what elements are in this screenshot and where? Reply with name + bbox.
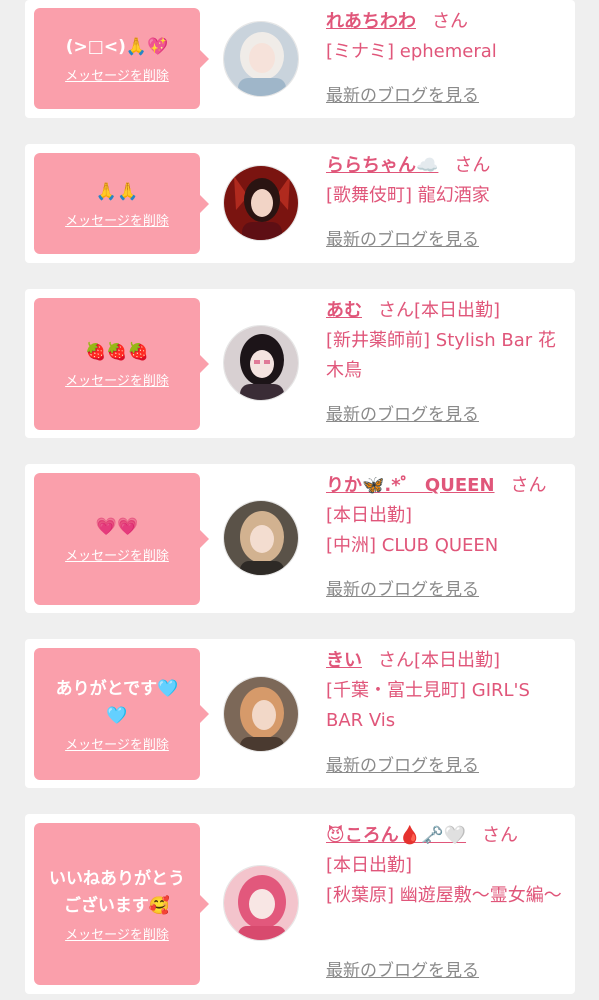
cast-info: きい さん[本日出勤] [千葉・富士見町] GIRL'S BAR Vis — [326, 646, 565, 736]
cast-info: ららちゃん☁️ さん [歌舞伎町] 龍幻酒家 — [326, 151, 565, 211]
shop-name: [秋葉原] 幽遊屋敷〜霊女編〜 — [326, 885, 562, 906]
name-line: りか🦋.*゜ QUEEN さん — [326, 471, 565, 501]
message-line: ございます🥰 — [63, 895, 171, 916]
delete-message-link[interactable]: メッセージを削除 — [65, 734, 169, 753]
message-text: 🙏🙏 — [44, 179, 190, 206]
message-bubble: いいねありがとう ございます🥰 メッセージを削除 — [34, 823, 209, 985]
message-text: 💗💗 — [44, 514, 190, 541]
cast-name-link[interactable]: れあちわわ — [326, 11, 416, 32]
name-line: あむ さん[本日出勤] — [326, 296, 565, 326]
message-card: (>□<)🙏💖 メッセージを削除 れあちわわ さん [ミナミ] ephemeral… — [25, 0, 575, 118]
message-card: ありがとです🩵 🩵 メッセージを削除 きい さん[本日出勤] [千葉・富士見町] … — [25, 639, 575, 788]
message-bubble: 🍓🍓🍓 メッセージを削除 — [34, 298, 209, 430]
latest-blog-link[interactable]: 最新のブログを見る — [326, 404, 479, 426]
latest-blog-link[interactable]: 最新のブログを見る — [326, 229, 479, 251]
message-text: いいねありがとう ございます🥰 — [44, 866, 190, 920]
avatar[interactable] — [223, 325, 299, 401]
status-badge: [本日出勤] — [326, 855, 413, 876]
cast-name-link[interactable]: りか🦋.*゜ QUEEN — [326, 475, 495, 496]
shop-name: [歌舞伎町] 龍幻酒家 — [326, 185, 490, 206]
cast-info: りか🦋.*゜ QUEEN さん [本日出勤] [中洲] CLUB QUEEN — [326, 471, 565, 561]
status-badge: [本日出勤] — [326, 505, 413, 526]
message-card: 🙏🙏 メッセージを削除 ららちゃん☁️ さん [歌舞伎町] 龍幻酒家 最新のブログ… — [25, 144, 575, 263]
latest-blog-link[interactable]: 最新のブログを見る — [326, 755, 479, 777]
shop-name: [ミナミ] ephemeral — [326, 41, 497, 62]
message-card: いいねありがとう ございます🥰 メッセージを削除 😈ころん🩸🗝️🤍 さん [本日出… — [25, 814, 575, 994]
avatar[interactable] — [223, 165, 299, 241]
cast-name-link[interactable]: きい — [326, 650, 362, 671]
delete-message-link[interactable]: メッセージを削除 — [65, 210, 169, 229]
message-line: (>□<)🙏💖 — [65, 36, 169, 57]
message-text: ありがとです🩵 🩵 — [44, 676, 190, 730]
avatar-image — [224, 326, 298, 400]
message-line: いいねありがとう — [49, 868, 185, 889]
avatar-image — [224, 22, 298, 96]
delete-message-link[interactable]: メッセージを削除 — [65, 924, 169, 943]
status-badge: [本日出勤] — [414, 650, 501, 671]
latest-blog-link[interactable]: 最新のブログを見る — [326, 579, 479, 601]
avatar[interactable] — [223, 500, 299, 576]
message-text: 🍓🍓🍓 — [44, 339, 190, 366]
message-card: 🍓🍓🍓 メッセージを削除 あむ さん[本日出勤] [新井薬師前] Stylish … — [25, 289, 575, 438]
avatar-image — [224, 677, 298, 751]
honorific: さん — [454, 155, 491, 176]
avatar-image — [224, 166, 298, 240]
avatar[interactable] — [223, 865, 299, 941]
message-text: (>□<)🙏💖 — [44, 34, 190, 61]
cast-info: 😈ころん🩸🗝️🤍 さん [本日出勤] [秋葉原] 幽遊屋敷〜霊女編〜 — [326, 821, 565, 911]
message-bubble: (>□<)🙏💖 メッセージを削除 — [34, 8, 209, 109]
shop-name: [千葉・富士見町] GIRL'S BAR Vis — [326, 680, 530, 731]
latest-blog-link[interactable]: 最新のブログを見る — [326, 960, 479, 982]
avatar-image — [224, 866, 298, 940]
message-line: 💗💗 — [95, 517, 139, 537]
message-line: 🩵 — [106, 705, 128, 726]
message-bubble: ありがとです🩵 🩵 メッセージを削除 — [34, 648, 209, 780]
honorific: さん — [378, 300, 414, 321]
shop-name: [中洲] CLUB QUEEN — [326, 535, 499, 556]
message-bubble: 🙏🙏 メッセージを削除 — [34, 153, 209, 254]
name-line: 😈ころん🩸🗝️🤍 さん — [326, 821, 565, 851]
cast-name-link[interactable]: 😈ころん🩸🗝️🤍 — [326, 825, 466, 846]
honorific: さん — [482, 825, 519, 846]
latest-blog-link[interactable]: 最新のブログを見る — [326, 85, 479, 107]
message-line: 🍓🍓🍓 — [85, 342, 149, 362]
shop-name: [新井薬師前] Stylish Bar 花木鳥 — [326, 330, 556, 381]
message-line: ありがとです🩵 — [55, 678, 179, 699]
delete-message-link[interactable]: メッセージを削除 — [65, 65, 169, 84]
honorific: さん — [378, 650, 414, 671]
cast-name-link[interactable]: ららちゃん☁️ — [326, 155, 438, 176]
delete-message-link[interactable]: メッセージを削除 — [65, 370, 169, 389]
avatar[interactable] — [223, 676, 299, 752]
cast-info: れあちわわ さん [ミナミ] ephemeral — [326, 7, 565, 67]
honorific: さん — [432, 11, 468, 32]
avatar-image — [224, 501, 298, 575]
status-badge: [本日出勤] — [414, 300, 501, 321]
delete-message-link[interactable]: メッセージを削除 — [65, 545, 169, 564]
name-line: ららちゃん☁️ さん — [326, 151, 565, 181]
name-line: れあちわわ さん — [326, 7, 565, 37]
name-line: きい さん[本日出勤] — [326, 646, 565, 676]
cast-info: あむ さん[本日出勤] [新井薬師前] Stylish Bar 花木鳥 — [326, 296, 565, 386]
message-bubble: 💗💗 メッセージを削除 — [34, 473, 209, 605]
message-card: 💗💗 メッセージを削除 りか🦋.*゜ QUEEN さん [本日出勤] [中洲] C… — [25, 464, 575, 613]
message-line: 🙏🙏 — [95, 181, 139, 202]
cast-name-link[interactable]: あむ — [326, 300, 362, 321]
honorific: さん — [510, 475, 547, 496]
avatar[interactable] — [223, 21, 299, 97]
